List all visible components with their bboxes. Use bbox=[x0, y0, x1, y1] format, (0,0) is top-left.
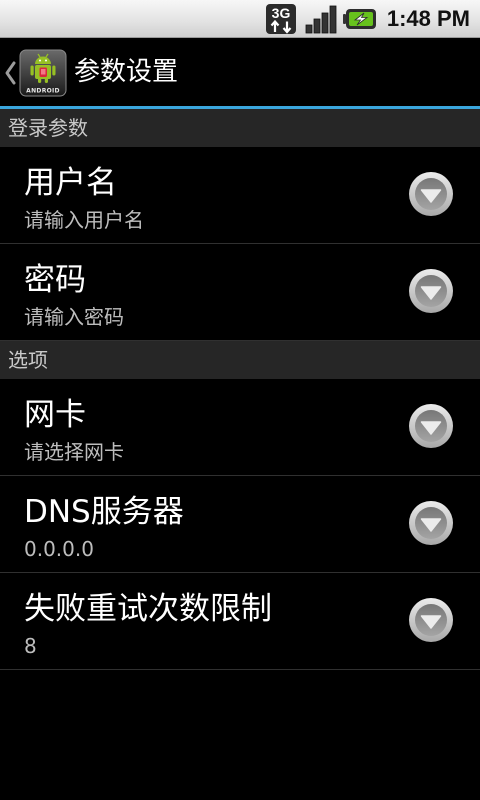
status-bar[interactable]: 3G 1:48 PM bbox=[0, 0, 480, 38]
dropdown-arrow-icon bbox=[409, 404, 453, 448]
up-navigation-button[interactable]: ANDROID bbox=[0, 38, 70, 106]
section-header-login-params: 登录参数 bbox=[0, 109, 480, 147]
dropdown-arrow-icon bbox=[409, 172, 453, 216]
preference-summary: 0.0.0.0 bbox=[24, 537, 94, 561]
android-app-icon: ANDROID bbox=[19, 49, 67, 97]
preference-username[interactable]: 用户名 请输入用户名 bbox=[0, 147, 480, 244]
preference-retry-limit[interactable]: 失败重试次数限制 8 bbox=[0, 573, 480, 670]
preference-title: DNS服务器 bbox=[24, 494, 184, 530]
battery-charging-icon bbox=[343, 9, 376, 29]
preference-title: 用户名 bbox=[24, 165, 117, 201]
dropdown-arrow-icon bbox=[409, 269, 453, 313]
preference-network-card[interactable]: 网卡 请选择网卡 bbox=[0, 379, 480, 476]
section-header-options: 选项 bbox=[0, 341, 480, 379]
preference-title: 失败重试次数限制 bbox=[24, 591, 272, 627]
preference-list[interactable]: 登录参数 用户名 请输入用户名 密码 请输入密码 选项 网卡 请选择网卡 DNS… bbox=[0, 109, 480, 670]
app-icon-label: ANDROID bbox=[26, 88, 60, 95]
network-type-label: 3G bbox=[272, 5, 291, 21]
3g-data-icon: 3G bbox=[266, 4, 296, 34]
dropdown-arrow-icon bbox=[409, 501, 453, 545]
preference-dns-server[interactable]: DNS服务器 0.0.0.0 bbox=[0, 476, 480, 573]
preference-summary: 请输入用户名 bbox=[24, 208, 144, 232]
preference-summary: 请输入密码 bbox=[24, 305, 124, 329]
preference-password[interactable]: 密码 请输入密码 bbox=[0, 244, 480, 341]
preference-summary: 8 bbox=[24, 634, 37, 658]
preference-title: 密码 bbox=[24, 262, 86, 298]
preference-title: 网卡 bbox=[24, 397, 86, 433]
dropdown-arrow-icon bbox=[409, 598, 453, 642]
signal-strength-icon bbox=[305, 5, 337, 34]
preference-summary: 请选择网卡 bbox=[24, 440, 124, 464]
page-title: 参数设置 bbox=[74, 57, 179, 87]
clock-time: 1:48 PM bbox=[386, 6, 470, 31]
chevron-left-icon bbox=[5, 61, 16, 85]
action-bar: ANDROID 参数设置 bbox=[0, 38, 480, 106]
